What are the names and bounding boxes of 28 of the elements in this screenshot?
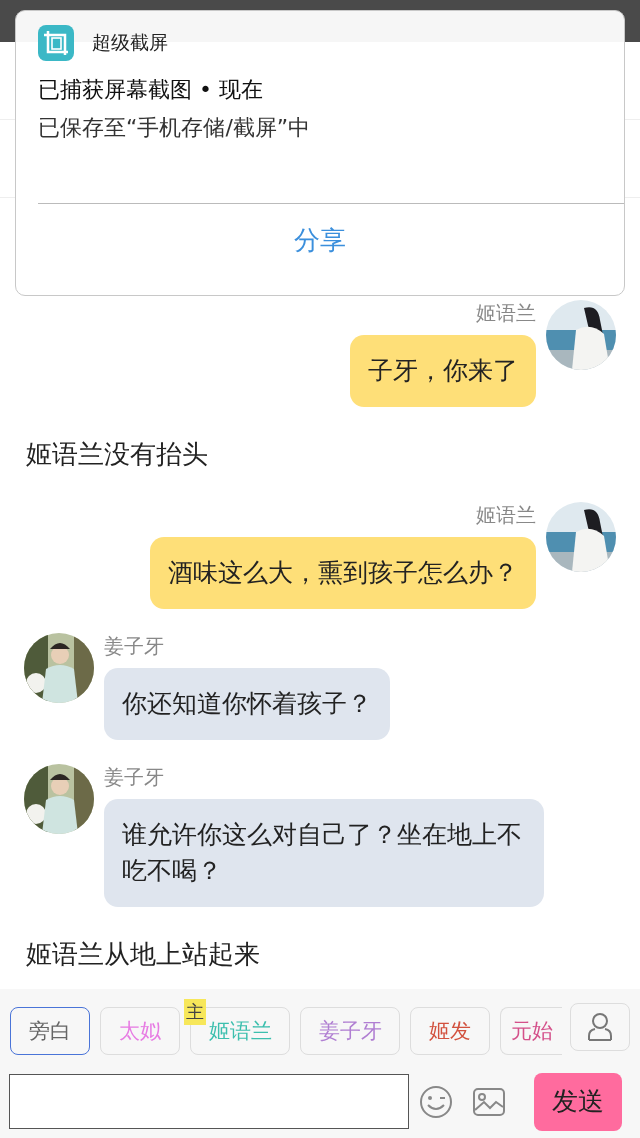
person-icon — [587, 1012, 613, 1042]
notification-title: 已捕获屏幕截图 • 现在 — [38, 76, 264, 104]
message-bubble: 子牙，你来了 — [350, 335, 536, 407]
speaker-name: 姜子牙 — [104, 633, 164, 660]
emoji-icon[interactable] — [419, 1084, 453, 1119]
narration-text: 姬语兰没有抬头 — [25, 438, 209, 471]
message-bubble: 谁允许你这么对自己了？坐在地上不吃不喝？ — [104, 799, 544, 907]
main-badge: 主 — [184, 999, 206, 1025]
share-button[interactable]: 分享 — [288, 222, 352, 259]
narration-text: 姬语兰从地上站起来 — [25, 938, 261, 971]
app-name: 超级截屏 — [92, 30, 168, 55]
notification-body: 已保存至“手机存储/截屏”中 — [38, 114, 312, 142]
speaker-name: 姜子牙 — [104, 764, 164, 791]
speaker-name: 姬语兰 — [476, 300, 536, 327]
message-bubble: 酒味这么大，熏到孩子怎么办？ — [150, 537, 536, 609]
image-icon[interactable] — [473, 1087, 505, 1116]
user-button[interactable] — [570, 1003, 630, 1051]
message-input[interactable] — [9, 1074, 409, 1129]
notification-card[interactable]: 超级截屏 已捕获屏幕截图 • 现在 已保存至“手机存储/截屏”中 分享 — [15, 10, 625, 296]
role-chip[interactable]: 姬发 — [410, 1007, 490, 1055]
message-bubble: 你还知道你怀着孩子？ — [104, 668, 390, 740]
role-chip[interactable]: 姜子牙 — [300, 1007, 400, 1055]
speaker-name: 姬语兰 — [476, 502, 536, 529]
send-button[interactable]: 发送 — [534, 1072, 622, 1131]
role-chip[interactable]: 旁白 — [10, 1007, 90, 1055]
app-icon — [38, 25, 74, 61]
role-chip[interactable]: 太姒 — [100, 1007, 180, 1055]
role-chip[interactable]: 元始 — [500, 1007, 562, 1055]
